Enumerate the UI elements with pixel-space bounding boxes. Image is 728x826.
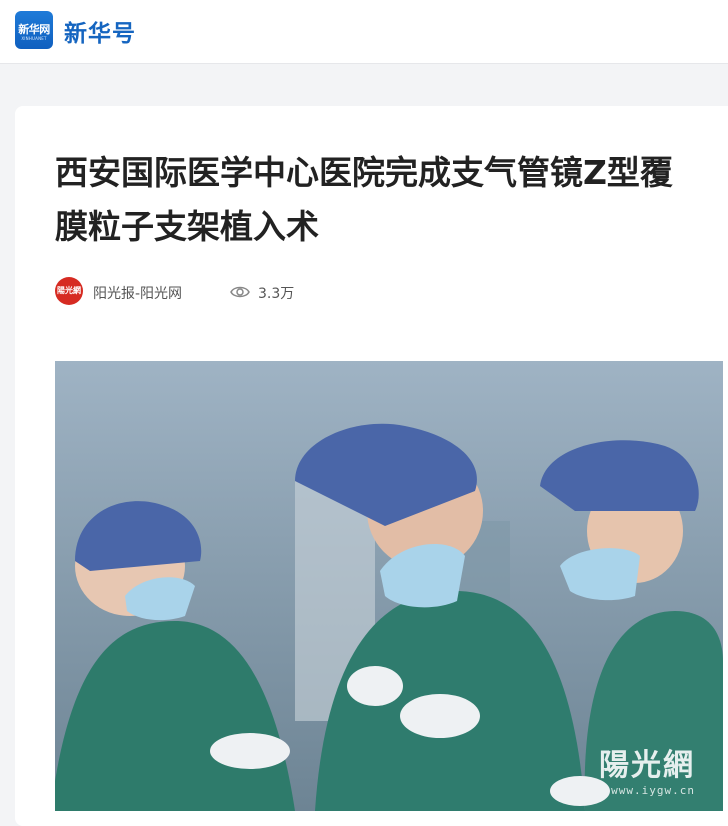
article-title: 西安国际医学中心医院完成支气管镜Z型覆膜粒子支架植入术: [55, 153, 673, 246]
article-meta: 陽光網 阳光报-阳光网 3.3万: [55, 277, 655, 307]
logo-text: 新华网: [18, 23, 50, 36]
source-logo-text: 陽光網: [57, 286, 81, 295]
brand-name[interactable]: 新华号: [64, 14, 136, 48]
watermark-name: 陽光網: [599, 748, 695, 783]
xinhuanet-logo[interactable]: 新华网 XINHUANET: [15, 11, 53, 49]
top-header: 新华网 XINHUANET 新华号: [0, 0, 728, 64]
eye-icon: [230, 286, 250, 298]
view-count: 3.3万: [258, 286, 295, 302]
article-card: 西安国际医学中心医院完成支气管镜Z型覆膜粒子支架植入术 陽光網 阳光报-阳光网 …: [15, 106, 728, 826]
source-name[interactable]: 阳光报-阳光网: [93, 283, 182, 303]
watermark-url: www.iygw.cn: [611, 784, 695, 797]
photo-watermark: 陽光網 www.iygw.cn: [599, 740, 695, 797]
article-photo[interactable]: 陽光網 www.iygw.cn: [55, 361, 723, 811]
logo-subtext: XINHUANET: [21, 36, 47, 41]
source-logo[interactable]: 陽光網: [55, 277, 83, 305]
